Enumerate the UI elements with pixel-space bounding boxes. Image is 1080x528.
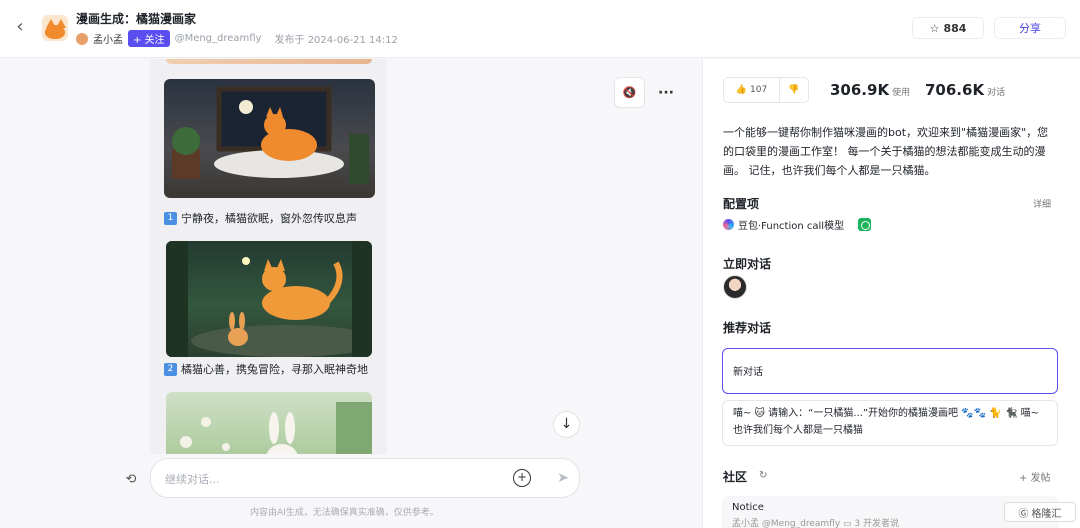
doubao-model-icon xyxy=(723,219,734,230)
top-header: ‹ 漫画生成：橘猫漫画家 孟小孟 + 关注 @Meng_dreamfly 发布于… xyxy=(0,0,1080,58)
comic-image-2[interactable] xyxy=(166,241,372,357)
usage-label: 使用 xyxy=(892,88,911,98)
dislike-button[interactable]: 👎 xyxy=(780,85,808,95)
logo-cat-icon xyxy=(45,25,65,39)
caption-text: 宁静夜，橘猫欲眠，窗外忽传叹息声 xyxy=(181,212,357,225)
model-label: 豆包·Function call模型 xyxy=(738,221,845,232)
bot-avatar[interactable] xyxy=(723,275,747,299)
notice-count: 3 xyxy=(854,519,861,528)
refresh-icon[interactable]: ↻ xyxy=(759,470,767,481)
caption-number-badge: 1 xyxy=(164,211,177,225)
previous-comic-image[interactable] xyxy=(166,59,372,64)
star-count: 884 xyxy=(943,21,967,35)
vote-control: 👍 107 👎 xyxy=(723,77,809,103)
watermark-icon: Ⓖ xyxy=(1018,508,1029,520)
author-handle: @Meng_dreamfly xyxy=(174,33,262,44)
usage-value: 306.9K xyxy=(830,81,890,99)
comic-image-2-art xyxy=(166,241,372,357)
scroll-down-arrow-icon[interactable]: ↓ xyxy=(553,411,580,438)
ai-disclaimer: 内容由AI生成，无法确保真实准确，仅供参考。 xyxy=(250,508,439,518)
page-title: 漫画生成：橘猫漫画家 xyxy=(76,12,197,26)
comic-caption-2: 2 橘猫心善，携兔冒险，寻那入眠神奇地 xyxy=(164,361,368,377)
model-info: 豆包·Function call模型 xyxy=(723,217,872,232)
bot-description: 一个能够一键帮你制作猫咪漫画的bot，欢迎来到"橘猫漫画家"，您的口袋里的漫画工… xyxy=(723,126,1049,177)
community-title: 社区 xyxy=(723,470,748,484)
like-button[interactable]: 👍 107 xyxy=(724,78,780,102)
config-detail-link[interactable]: 详细 xyxy=(1033,197,1051,210)
config-section-title: 配置项 xyxy=(723,197,760,211)
author-avatar[interactable] xyxy=(76,32,88,45)
comment-icon: ▭ xyxy=(843,519,852,528)
chat-input-box: + ➤ xyxy=(150,458,580,498)
watermark-logo: Ⓖ 格隆汇 xyxy=(1004,502,1076,522)
author-meta: 孟小孟 + 关注 @Meng_dreamfly 发布于 2024-06-21 1… xyxy=(76,30,398,47)
mute-speaker-button[interactable]: 🔇 xyxy=(614,77,645,108)
comic-image-1-art xyxy=(172,86,369,184)
comic-image-3[interactable] xyxy=(166,392,372,454)
usage-stat: 306.9K 使用 xyxy=(830,81,910,99)
follow-button[interactable]: + 关注 xyxy=(128,30,170,47)
published-time: 发布于 2024-06-21 14:12 xyxy=(274,35,398,46)
suggested-chat-title: 推荐对话 xyxy=(723,321,772,335)
suggested-chat-prompt[interactable]: 喵~ 🐱 请输入：“一只橘猫...”开始你的橘猫漫画吧 🐾🐾 🐈 🐈‍⬛ 喵~也… xyxy=(722,400,1058,446)
star-icon: ☆ xyxy=(929,21,940,35)
star-button[interactable]: ☆ 884 xyxy=(912,17,984,39)
new-chat-icon[interactable]: ⟲ xyxy=(122,471,140,489)
send-icon[interactable]: ➤ xyxy=(553,468,573,488)
thumbs-down-icon: 👎 xyxy=(788,85,800,95)
chat-count-value: 706.6K xyxy=(925,81,985,99)
add-attachment-icon[interactable]: + xyxy=(513,469,531,487)
watermark-text: 格隆汇 xyxy=(1031,508,1062,520)
thumbs-up-icon: 👍 xyxy=(735,85,748,95)
notice-handle: @Meng_dreamfly xyxy=(761,519,841,528)
bot-info-panel: 👍 107 👎 306.9K 使用 706.6K 对话 一个能够一键帮你制作猫咪… xyxy=(702,59,1080,528)
notice-author: 孟小孟 xyxy=(732,519,760,528)
more-options-icon[interactable]: ··· xyxy=(656,83,676,103)
comic-caption-1: 1 宁静夜，橘猫欲眠，窗外忽传叹息声 xyxy=(164,210,357,226)
comic-image-1[interactable] xyxy=(164,79,375,198)
notice-tag: 开发者说 xyxy=(863,519,900,528)
notice-meta: 孟小孟 @Meng_dreamfly ▭ 3 开发者说 xyxy=(732,516,1048,528)
caption-number-badge: 2 xyxy=(164,362,177,376)
chat-input[interactable] xyxy=(165,469,485,489)
instant-chat-title: 立即对话 xyxy=(723,257,772,271)
plugin-icon[interactable] xyxy=(858,218,872,231)
author-name[interactable]: 孟小孟 xyxy=(93,31,123,46)
chat-count-stat: 706.6K 对话 xyxy=(925,81,1005,99)
notice-title: Notice xyxy=(732,502,764,513)
like-count: 107 xyxy=(750,85,768,95)
speaker-mute-icon: 🔇 xyxy=(622,86,637,99)
new-post-button[interactable]: + 发帖 xyxy=(1019,469,1051,484)
comic-image-3-art xyxy=(180,402,372,454)
chat-count-label: 对话 xyxy=(987,88,1006,98)
suggested-chat-new[interactable]: 新对话 xyxy=(722,348,1058,394)
back-arrow-icon[interactable]: ‹ xyxy=(10,17,30,37)
chat-area: 1 宁静夜，橘猫欲眠，窗外忽传叹息声 2 橘猫心善，携兔冒险，寻那入眠神奇地 🔇… xyxy=(0,59,702,528)
share-button[interactable]: 分享 xyxy=(994,17,1066,39)
bot-message-card: 1 宁静夜，橘猫欲眠，窗外忽传叹息声 2 橘猫心善，携兔冒险，寻那入眠神奇地 xyxy=(150,59,387,454)
caption-text: 橘猫心善，携兔冒险，寻那入眠神奇地 xyxy=(181,363,368,376)
bot-logo xyxy=(42,15,68,41)
